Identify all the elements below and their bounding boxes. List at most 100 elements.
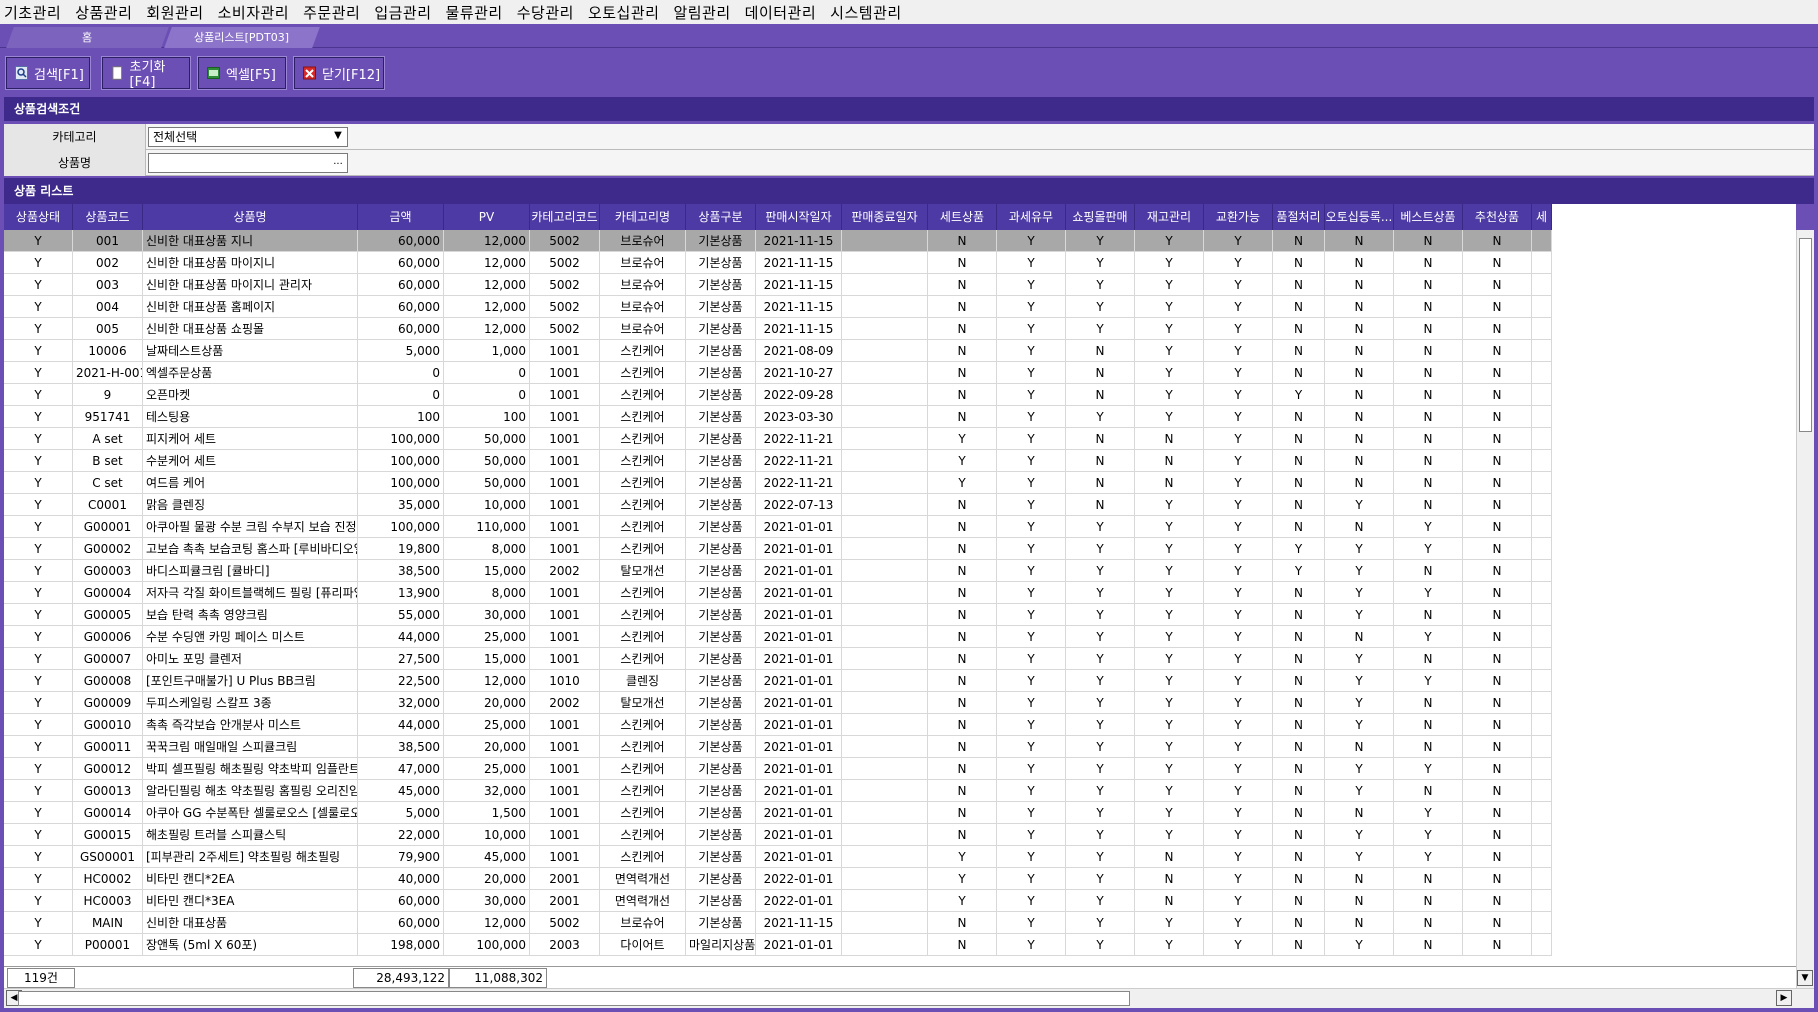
search-button[interactable]: 검색[F1] [5, 56, 91, 90]
table-row[interactable]: Y G00005 보습 탄력 촉촉 영양크림 55,000 30,000 1001 스킨케어… [4, 604, 1552, 626]
column-header-name[interactable]: 상품명 [143, 204, 358, 230]
menu-item-9[interactable]: 알림관리 [673, 2, 730, 23]
menu-item-0[interactable]: 기초관리 [4, 2, 61, 23]
table-row[interactable]: Y G00011 꾹꾹크림 매일매일 스피큘크림 38,500 20,000 1001 스킨… [4, 736, 1552, 758]
table-row[interactable]: YA set 피지케어 세트 100,000 50,000 1001 스킨케어 기본상품 20… [4, 428, 1552, 450]
table-row[interactable]: Y G00015 해초필링 트러블 스피큘스틱 22,000 10,000 1001 스킨케… [4, 824, 1552, 846]
column-header-stock[interactable]: 재고관리 [1135, 204, 1204, 230]
cell-code: G00003 [73, 560, 143, 582]
cell-sale-end [842, 362, 928, 384]
excel-button[interactable]: 엑셀[F5] [197, 56, 287, 90]
column-header-exchange[interactable]: 교환가능 [1204, 204, 1273, 230]
menu-item-8[interactable]: 오토십관리 [588, 2, 660, 23]
table-row[interactable]: Y G00004 저자극 각질 화이트블랙헤드 필링 [퓨리파잉 13,900 8,00… [4, 582, 1552, 604]
menu-item-4[interactable]: 주문관리 [303, 2, 360, 23]
menu-item-11[interactable]: 시스템관리 [830, 2, 902, 23]
table-row[interactable]: Y G00006 수분 수딩앤 카밍 페이스 미스트 44,000 25,000 1001… [4, 626, 1552, 648]
table-row[interactable]: YB set 수분케어 세트 100,000 50,000 1001 스킨케어 기본상품 20… [4, 450, 1552, 472]
column-header-recommend[interactable]: 추천상품 [1463, 204, 1532, 230]
table-row[interactable]: Y 951741 테스팅용 100 100 1001 스킨케어 기본상품 2023-03-30 N… [4, 406, 1552, 428]
tab-product-list[interactable]: 상품리스트[PDT03] [164, 27, 320, 48]
scroll-down-arrow-icon[interactable]: ▼ [1797, 970, 1813, 986]
menu-item-2[interactable]: 회원관리 [146, 2, 203, 23]
table-row[interactable]: Y P00001 장앤톡 (5ml X 60포) 198,000 100,000 2003… [4, 934, 1552, 956]
column-header-pv[interactable]: PV [444, 204, 530, 230]
cell-sale-start: 2022-11-21 [756, 450, 842, 472]
column-header-category-name[interactable]: 카테고리명 [600, 204, 686, 230]
menu-item-10[interactable]: 데이터관리 [745, 2, 817, 23]
table-row[interactable]: Y 2021-H-001 엑셀주문상품 0 0 1001 스킨케어 기본상품 2021-10-2… [4, 362, 1552, 384]
cell-exchange: Y [1204, 714, 1273, 736]
column-header-product-type[interactable]: 상품구분 [686, 204, 756, 230]
category-select[interactable]: 전체선택 ▼ [148, 127, 348, 147]
table-row[interactable]: Y G00014 아쿠아 GG 수분폭탄 셀룰로오스 [셀룰로오스 5,000 1,50… [4, 802, 1552, 824]
column-header-price[interactable]: 금액 [358, 204, 444, 230]
product-name-input[interactable]: ... [148, 153, 348, 173]
menu-item-5[interactable]: 입금관리 [374, 2, 431, 23]
cell-price: 60,000 [358, 890, 444, 912]
table-row[interactable]: Y 9 오픈마켓 0 0 1001 스킨케어 기본상품 2022-09-28 N Y N Y Y Y N N N [4, 384, 1552, 406]
table-row[interactable]: Y 003 신비한 대표상품 마이지니 관리자 60,000 12,000 5002 브로슈… [4, 274, 1552, 296]
table-row[interactable]: Y G00012 박피 셀프필링 해초필링 약초박피 임플란트솔 47,000 25,0… [4, 758, 1552, 780]
horizontal-scrollbar[interactable]: ◀ ▶ [4, 988, 1814, 1008]
column-header-extra[interactable]: 세 [1532, 204, 1552, 230]
cell-best: N [1394, 912, 1463, 934]
table-row[interactable]: Y 005 신비한 대표상품 쇼핑몰 60,000 12,000 5002 브로슈어 기본상품… [4, 318, 1552, 340]
table-row[interactable]: Y G00010 촉촉 즉각보습 안개분사 미스트 44,000 25,000 1001 스… [4, 714, 1552, 736]
cell-sale-end [842, 384, 928, 406]
table-row[interactable]: Y 004 신비한 대표상품 홈페이지 60,000 12,000 5002 브로슈어 기본상… [4, 296, 1552, 318]
cell-sale-start: 2021-01-01 [756, 626, 842, 648]
column-header-taxable[interactable]: 과세유무 [997, 204, 1066, 230]
vertical-scroll-thumb[interactable] [1799, 238, 1812, 432]
ellipsis-button[interactable]: ... [330, 155, 346, 171]
column-header-set-product[interactable]: 세트상품 [928, 204, 997, 230]
horizontal-scroll-thumb[interactable] [18, 991, 1130, 1006]
tab-home[interactable]: 홈 [6, 27, 169, 48]
table-row[interactable]: Y 002 신비한 대표상품 마이지니 60,000 12,000 5002 브로슈어 기본상… [4, 252, 1552, 274]
menu-item-6[interactable]: 물류관리 [446, 2, 503, 23]
cell-product-type: 기본상품 [686, 758, 756, 780]
chevron-down-icon[interactable]: ▼ [330, 129, 346, 145]
table-row[interactable]: Y 10006 날짜테스트상품 5,000 1,000 1001 스킨케어 기본상품 2021-… [4, 340, 1552, 362]
table-row[interactable]: Y C0001 맑음 클렌징 35,000 10,000 1001 스킨케어 기본상품 2022… [4, 494, 1552, 516]
table-row[interactable]: Y MAIN 신비한 대표상품 60,000 12,000 5002 브로슈어 기본상품 202… [4, 912, 1552, 934]
cell-code: GS00001 [73, 846, 143, 868]
table-row[interactable]: Y GS00001 [피부관리 2주세트] 약초필링 해초필링 79,900 45,00… [4, 846, 1552, 868]
table-row[interactable]: Y G00008 [포인트구매불가] U Plus BB크림 22,500 12,000… [4, 670, 1552, 692]
cell-product-type: 기본상품 [686, 802, 756, 824]
column-header-best[interactable]: 베스트상품 [1394, 204, 1463, 230]
scroll-right-arrow-icon[interactable]: ▶ [1776, 990, 1792, 1006]
column-header-code[interactable]: 상품코드 [73, 204, 143, 230]
column-header-sale-start[interactable]: 판매시작일자 [756, 204, 842, 230]
table-row[interactable]: Y G00003 바디스피큘크림 [큘바디] 38,500 15,000 2002 탈모개선… [4, 560, 1552, 582]
table-row[interactable]: Y G00009 두피스케일링 스칼프 3종 32,000 20,000 2002 탈모개선… [4, 692, 1552, 714]
column-header-autoship[interactable]: 오토십등록... [1325, 204, 1394, 230]
table-row[interactable]: Y HC0003 비타민 캔디*3EA 60,000 30,000 2001 면역력개선 기본… [4, 890, 1552, 912]
menu-item-7[interactable]: 수당관리 [517, 2, 574, 23]
column-header-category-code[interactable]: 카테고리코드 [530, 204, 600, 230]
vertical-scrollbar[interactable]: ▼ [1796, 230, 1814, 988]
table-row[interactable]: Y HC0002 비타민 캔디*2EA 40,000 20,000 2001 면역력개선 기본… [4, 868, 1552, 890]
cell-autoship: N [1325, 230, 1394, 252]
close-button[interactable]: 닫기[F12] [293, 56, 385, 90]
cell-sale-end [842, 604, 928, 626]
table-row[interactable]: Y G00007 아미노 포밍 클렌저 27,500 15,000 1001 스킨케어 기본상… [4, 648, 1552, 670]
table-row[interactable]: YC set 여드름 케어 100,000 50,000 1001 스킨케어 기본상품 202… [4, 472, 1552, 494]
table-row[interactable]: Y G00002 고보습 촉촉 보습코팅 홈스파 [루비바디오일] 19,800 8,0… [4, 538, 1552, 560]
cell-price: 32,000 [358, 692, 444, 714]
cell-taxable: Y [997, 780, 1066, 802]
cell-soldout: Y [1273, 538, 1325, 560]
column-header-soldout[interactable]: 품절처리 [1273, 204, 1325, 230]
table-row[interactable]: Y G00001 아쿠아필 물광 수분 크림 수부지 보습 진정 크 100,000 1… [4, 516, 1552, 538]
reset-button[interactable]: 초기화[F4] [101, 56, 191, 90]
column-header-sale-end[interactable]: 판매종료일자 [842, 204, 928, 230]
cell-exchange: Y [1204, 626, 1273, 648]
column-header-mall-sale[interactable]: 쇼핑몰판매 [1066, 204, 1135, 230]
pv-total: 11,088,302 [449, 968, 547, 988]
column-header-status[interactable]: 상품상태 [4, 204, 73, 230]
table-row[interactable]: Y 001 신비한 대표상품 지니 60,000 12,000 5002 브로슈어 기본상품 2… [4, 230, 1552, 252]
cell-exchange: Y [1204, 296, 1273, 318]
menu-item-3[interactable]: 소비자관리 [218, 2, 290, 23]
menu-item-1[interactable]: 상품관리 [75, 2, 132, 23]
table-row[interactable]: Y G00013 알라딘필링 해초 약초필링 홈필링 오리진임플 45,000 32,0… [4, 780, 1552, 802]
